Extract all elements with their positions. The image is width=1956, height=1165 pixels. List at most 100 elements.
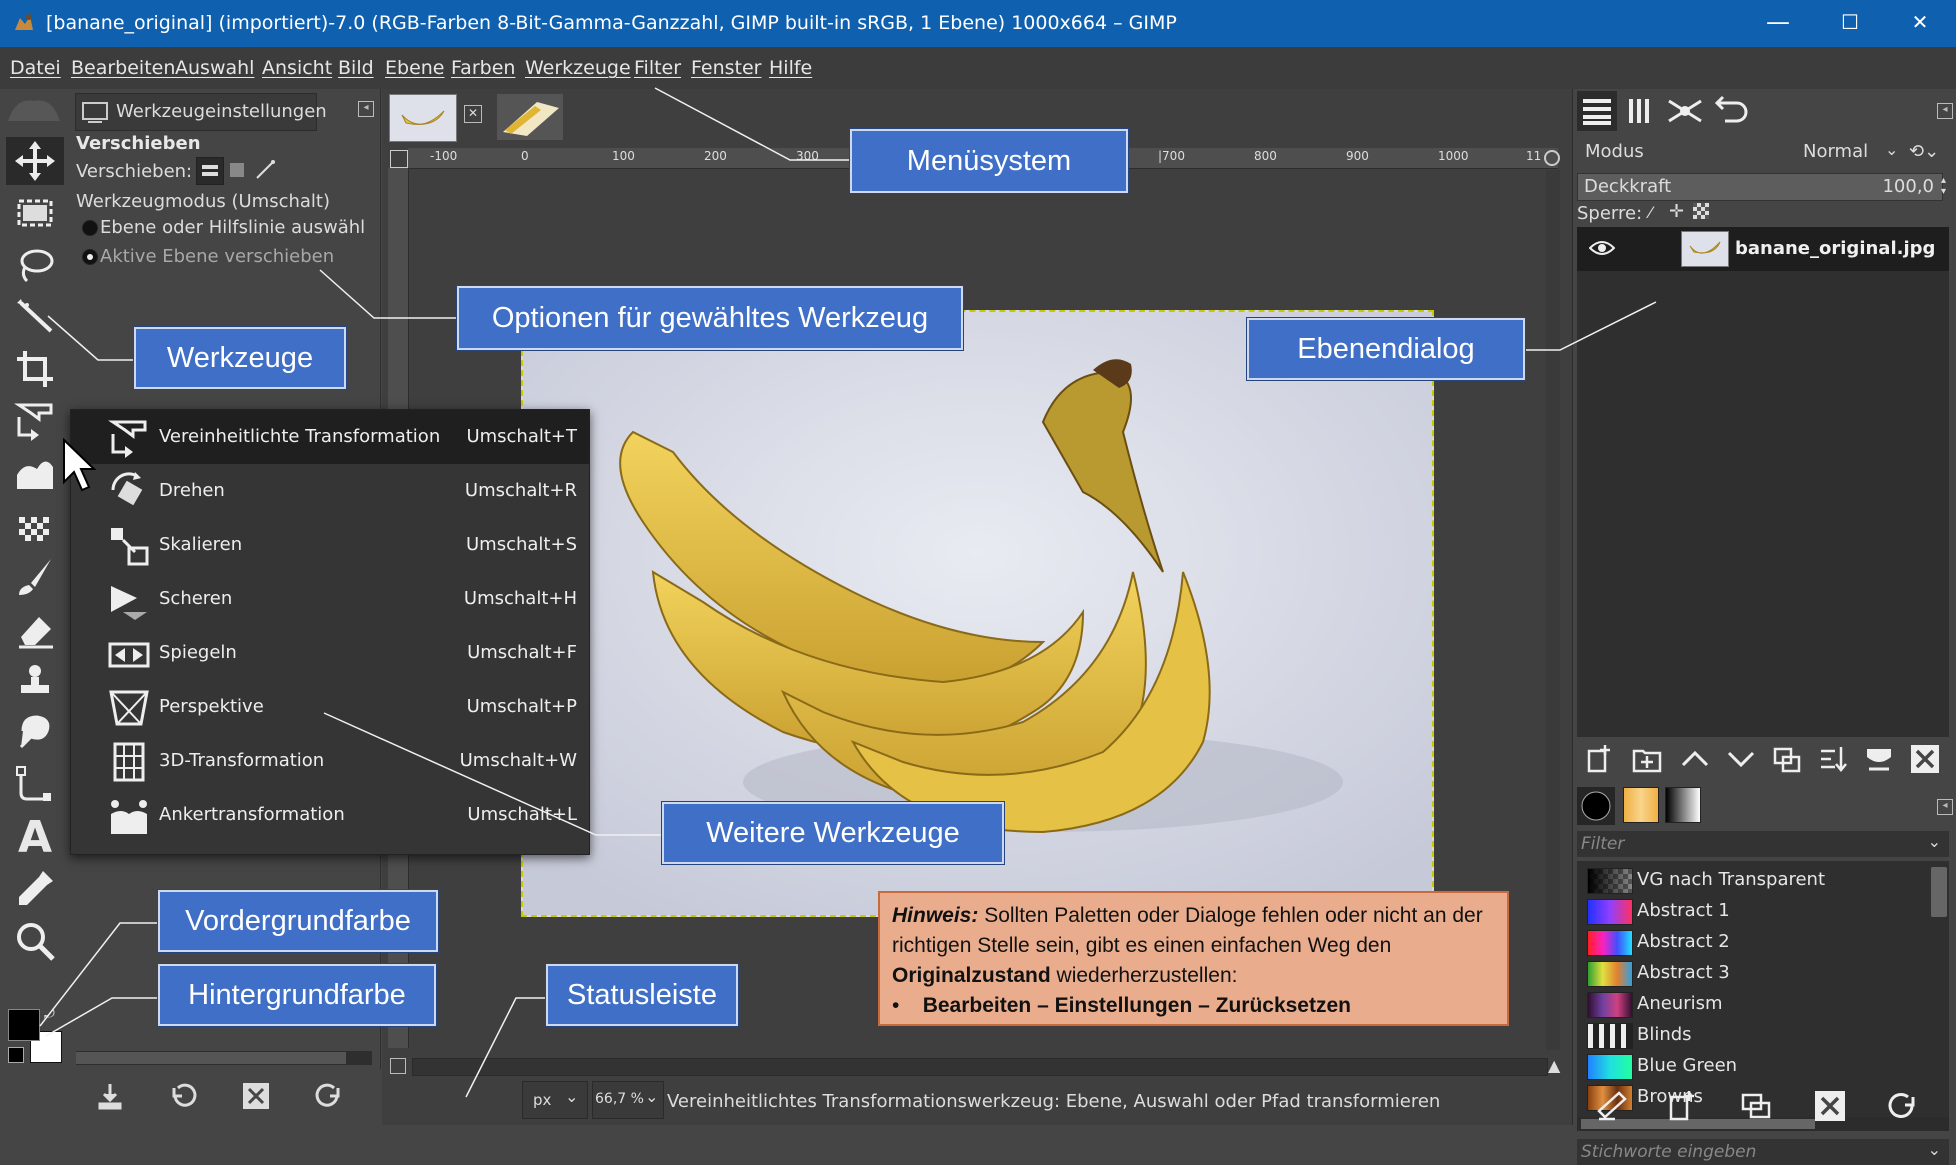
radio-pick-layer[interactable] <box>82 220 98 236</box>
gradient-item[interactable]: Blinds <box>1581 1020 1951 1051</box>
delete-options-icon[interactable] <box>240 1080 272 1112</box>
menu-item-perspective[interactable]: Perspektive Umschalt+P <box>71 680 589 734</box>
options-scrollbar[interactable] <box>76 1051 372 1065</box>
gradients-vscrollbar[interactable] <box>1931 867 1947 917</box>
gradient-item[interactable]: Blue Green <box>1581 1051 1951 1082</box>
raise-layer-icon[interactable] <box>1679 743 1711 775</box>
menu-item-3d-transform[interactable]: 3D-Transformation Umschalt+W <box>71 734 589 788</box>
zoom-dropdown[interactable]: 66,7 % ⌄ <box>592 1081 664 1119</box>
maximize-button[interactable]: ☐ <box>1830 10 1870 34</box>
close-button[interactable]: ✕ <box>1900 10 1940 34</box>
delete-layer-icon[interactable] <box>1909 743 1941 775</box>
lock-pixels-icon[interactable]: ⁄ <box>1649 203 1652 222</box>
menu-bild[interactable]: Bild <box>338 57 374 79</box>
menu-item-flip[interactable]: Spiegeln Umschalt+F <box>71 626 589 680</box>
menu-farben[interactable]: Farben <box>451 57 515 79</box>
lasso-icon[interactable] <box>6 241 64 289</box>
gradient-item[interactable]: Abstract 2 <box>1581 927 1951 958</box>
menu-item-scale[interactable]: Skalieren Umschalt+S <box>71 518 589 572</box>
layer-mask-icon[interactable] <box>1863 743 1895 775</box>
bucket-fill-icon[interactable] <box>6 501 64 549</box>
mode-switch-icon[interactable]: ⟲⌄ <box>1909 141 1939 162</box>
channels-tab-icon[interactable] <box>1621 91 1661 131</box>
close-image-tab-icon[interactable]: ✕ <box>464 105 482 123</box>
lower-layer-icon[interactable] <box>1725 743 1757 775</box>
new-layer-icon[interactable] <box>1583 743 1615 775</box>
menu-datei[interactable]: Datei <box>10 57 61 79</box>
menu-ebene[interactable]: Ebene <box>385 57 445 79</box>
opacity-slider[interactable]: Deckkraft 100,0 <box>1577 173 1943 201</box>
dock-menu-icon-2[interactable]: ◂ <box>1937 799 1953 815</box>
gradient-item[interactable]: Abstract 3 <box>1581 958 1951 989</box>
menu-item-handle-transform[interactable]: Ankertransformation Umschalt+L <box>71 788 589 842</box>
new-layer-group-icon[interactable] <box>1631 743 1663 775</box>
panel-menu-icon[interactable]: ◂ <box>358 101 374 117</box>
eraser-icon[interactable] <box>6 605 64 653</box>
radio-active-layer[interactable] <box>82 249 98 265</box>
move-path-button[interactable] <box>254 159 276 181</box>
unit-dropdown[interactable]: px ⌄ <box>522 1081 588 1119</box>
default-colors-icon[interactable] <box>8 1047 24 1063</box>
canvas-vscrollbar[interactable] <box>1546 170 1560 1050</box>
rect-select-icon[interactable] <box>6 189 64 237</box>
gradient-item[interactable]: VG nach Transparent <box>1581 865 1951 896</box>
duplicate-layer-icon[interactable] <box>1771 743 1803 775</box>
smudge-icon[interactable] <box>6 709 64 757</box>
move-layer-button[interactable] <box>196 157 224 185</box>
minimize-button[interactable]: — <box>1758 8 1798 36</box>
edit-gradient-icon[interactable] <box>1595 1089 1629 1123</box>
opacity-spin-icon[interactable]: ▴ ▾ <box>1941 175 1953 197</box>
menu-item-rotate[interactable]: Drehen Umschalt+R <box>71 464 589 518</box>
warp-transform-icon[interactable] <box>6 449 64 497</box>
image-tab-banana[interactable] <box>389 94 457 142</box>
menu-auswahl[interactable]: Auswahl <box>175 57 254 79</box>
fuzzy-select-icon[interactable] <box>6 293 64 341</box>
gradients-tab-icon[interactable] <box>1665 787 1701 823</box>
quickmask-toggle-icon[interactable] <box>390 1058 406 1074</box>
menu-werkzeuge[interactable]: Werkzeuge <box>525 57 631 79</box>
text-tool-icon[interactable]: A <box>6 812 64 863</box>
zoom-icon[interactable] <box>6 917 64 965</box>
layers-tab-icon[interactable] <box>1577 91 1617 131</box>
move-selection-button[interactable] <box>226 159 248 181</box>
patterns-tab-icon[interactable] <box>1623 787 1659 823</box>
lock-position-icon[interactable]: ✛ <box>1669 201 1684 222</box>
menu-item-unified-transform[interactable]: Vereinheitlichte Transformation Umschalt… <box>71 410 589 464</box>
menu-ansicht[interactable]: Ansicht <box>262 57 332 79</box>
paths-tab-icon[interactable] <box>1665 91 1705 131</box>
image-tab-other[interactable] <box>497 94 563 140</box>
gradient-item[interactable]: Abstract 1 <box>1581 896 1951 927</box>
gradient-filter-field[interactable]: Filter ⌄ <box>1577 831 1949 857</box>
menu-filter[interactable]: Filter <box>634 57 681 79</box>
color-picker-icon[interactable] <box>6 865 64 913</box>
mode-dropdown[interactable]: Normal ⌄ <box>1791 137 1905 167</box>
gradient-item[interactable]: Aneurism <box>1581 989 1951 1020</box>
dock-menu-icon[interactable]: ◂ <box>1937 103 1953 119</box>
undo-history-tab-icon[interactable] <box>1709 91 1749 131</box>
new-gradient-icon[interactable] <box>1665 1089 1699 1123</box>
foreground-color-swatch[interactable] <box>8 1009 40 1041</box>
save-options-icon[interactable] <box>94 1080 126 1112</box>
restore-options-icon[interactable] <box>166 1080 198 1112</box>
paintbrush-icon[interactable] <box>6 553 64 601</box>
zoom-to-fit-icon[interactable] <box>1544 150 1560 166</box>
move-tool-icon[interactable] <box>6 137 64 185</box>
brushes-tab-icon[interactable] <box>1577 787 1615 825</box>
lock-alpha-icon[interactable] <box>1693 203 1709 219</box>
canvas-hscrollbar[interactable] <box>412 1058 1548 1076</box>
menu-bearbeiten[interactable]: Bearbeiten <box>71 57 175 79</box>
paths-icon[interactable] <box>6 761 64 809</box>
reset-options-icon[interactable] <box>314 1080 346 1112</box>
unified-transform-tool-icon[interactable] <box>6 397 64 445</box>
eye-icon[interactable] <box>1588 237 1616 259</box>
crop-icon[interactable] <box>6 345 64 393</box>
merge-layer-icon[interactable] <box>1817 743 1849 775</box>
layer-row[interactable]: banane_original.jpg <box>1577 227 1949 271</box>
clone-icon[interactable] <box>6 657 64 705</box>
menu-hilfe[interactable]: Hilfe <box>769 57 812 79</box>
menu-fenster[interactable]: Fenster <box>691 57 761 79</box>
tags-field[interactable]: Stichworte eingeben ⌄ <box>1577 1139 1949 1165</box>
duplicate-gradient-icon[interactable] <box>1739 1089 1773 1123</box>
navigate-icon[interactable]: ▲ <box>1548 1056 1560 1075</box>
refresh-gradients-icon[interactable] <box>1885 1089 1919 1123</box>
